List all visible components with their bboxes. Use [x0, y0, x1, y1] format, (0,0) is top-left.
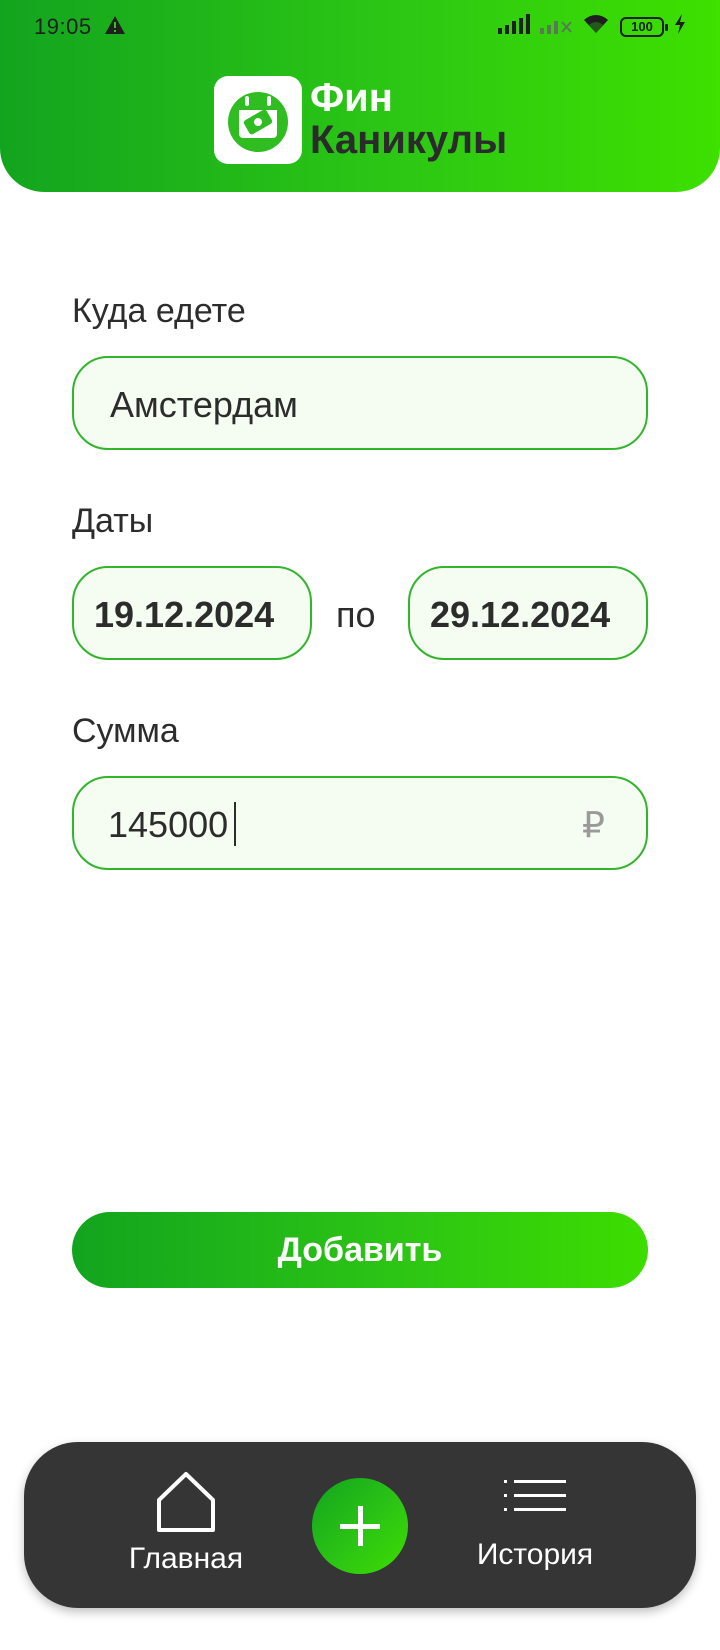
- brand-name-line1: Фин: [310, 76, 393, 120]
- add-trip-fab[interactable]: [312, 1478, 408, 1574]
- date-from-value: 19.12.2024: [94, 594, 275, 635]
- battery-icon: 100: [620, 17, 668, 37]
- status-bar: 19:05 100: [0, 0, 720, 56]
- dates-label: Даты: [72, 502, 154, 540]
- signal-off-icon: [540, 14, 572, 40]
- nav-home[interactable]: Главная: [124, 1470, 248, 1576]
- date-separator: по: [336, 594, 376, 635]
- list-icon: [504, 1480, 566, 1511]
- add-button[interactable]: Добавить: [72, 1212, 648, 1288]
- brand-name-line2: Каникулы: [310, 118, 508, 162]
- currency-symbol: ₽: [582, 804, 605, 845]
- nav-home-label: Главная: [128, 1542, 244, 1575]
- text-caret: [234, 802, 236, 846]
- plus-icon: [340, 1506, 380, 1546]
- destination-value: Амстердам: [110, 384, 298, 425]
- app-header: 19:05 100 Фин Каникулы: [0, 0, 720, 192]
- status-icons: 100: [498, 14, 686, 40]
- date-to-value: 29.12.2024: [430, 594, 611, 635]
- nav-history-label: История: [476, 1538, 594, 1571]
- amount-value: 145000: [108, 804, 229, 845]
- date-from-field[interactable]: 19.12.2024: [72, 566, 312, 660]
- destination-field[interactable]: Амстердам: [72, 356, 648, 450]
- app-logo: [214, 76, 302, 164]
- charging-icon: [674, 14, 686, 40]
- warning-icon: [104, 15, 126, 41]
- wifi-icon: [582, 13, 610, 41]
- destination-label: Куда едете: [72, 292, 246, 330]
- amount-field[interactable]: 145000 ₽: [72, 776, 648, 870]
- status-time: 19:05: [34, 14, 92, 39]
- amount-label: Сумма: [72, 712, 179, 750]
- nav-history[interactable]: История: [470, 1476, 600, 1572]
- signal-icon: [498, 14, 530, 40]
- home-icon: [157, 1472, 215, 1532]
- date-to-field[interactable]: 29.12.2024: [408, 566, 648, 660]
